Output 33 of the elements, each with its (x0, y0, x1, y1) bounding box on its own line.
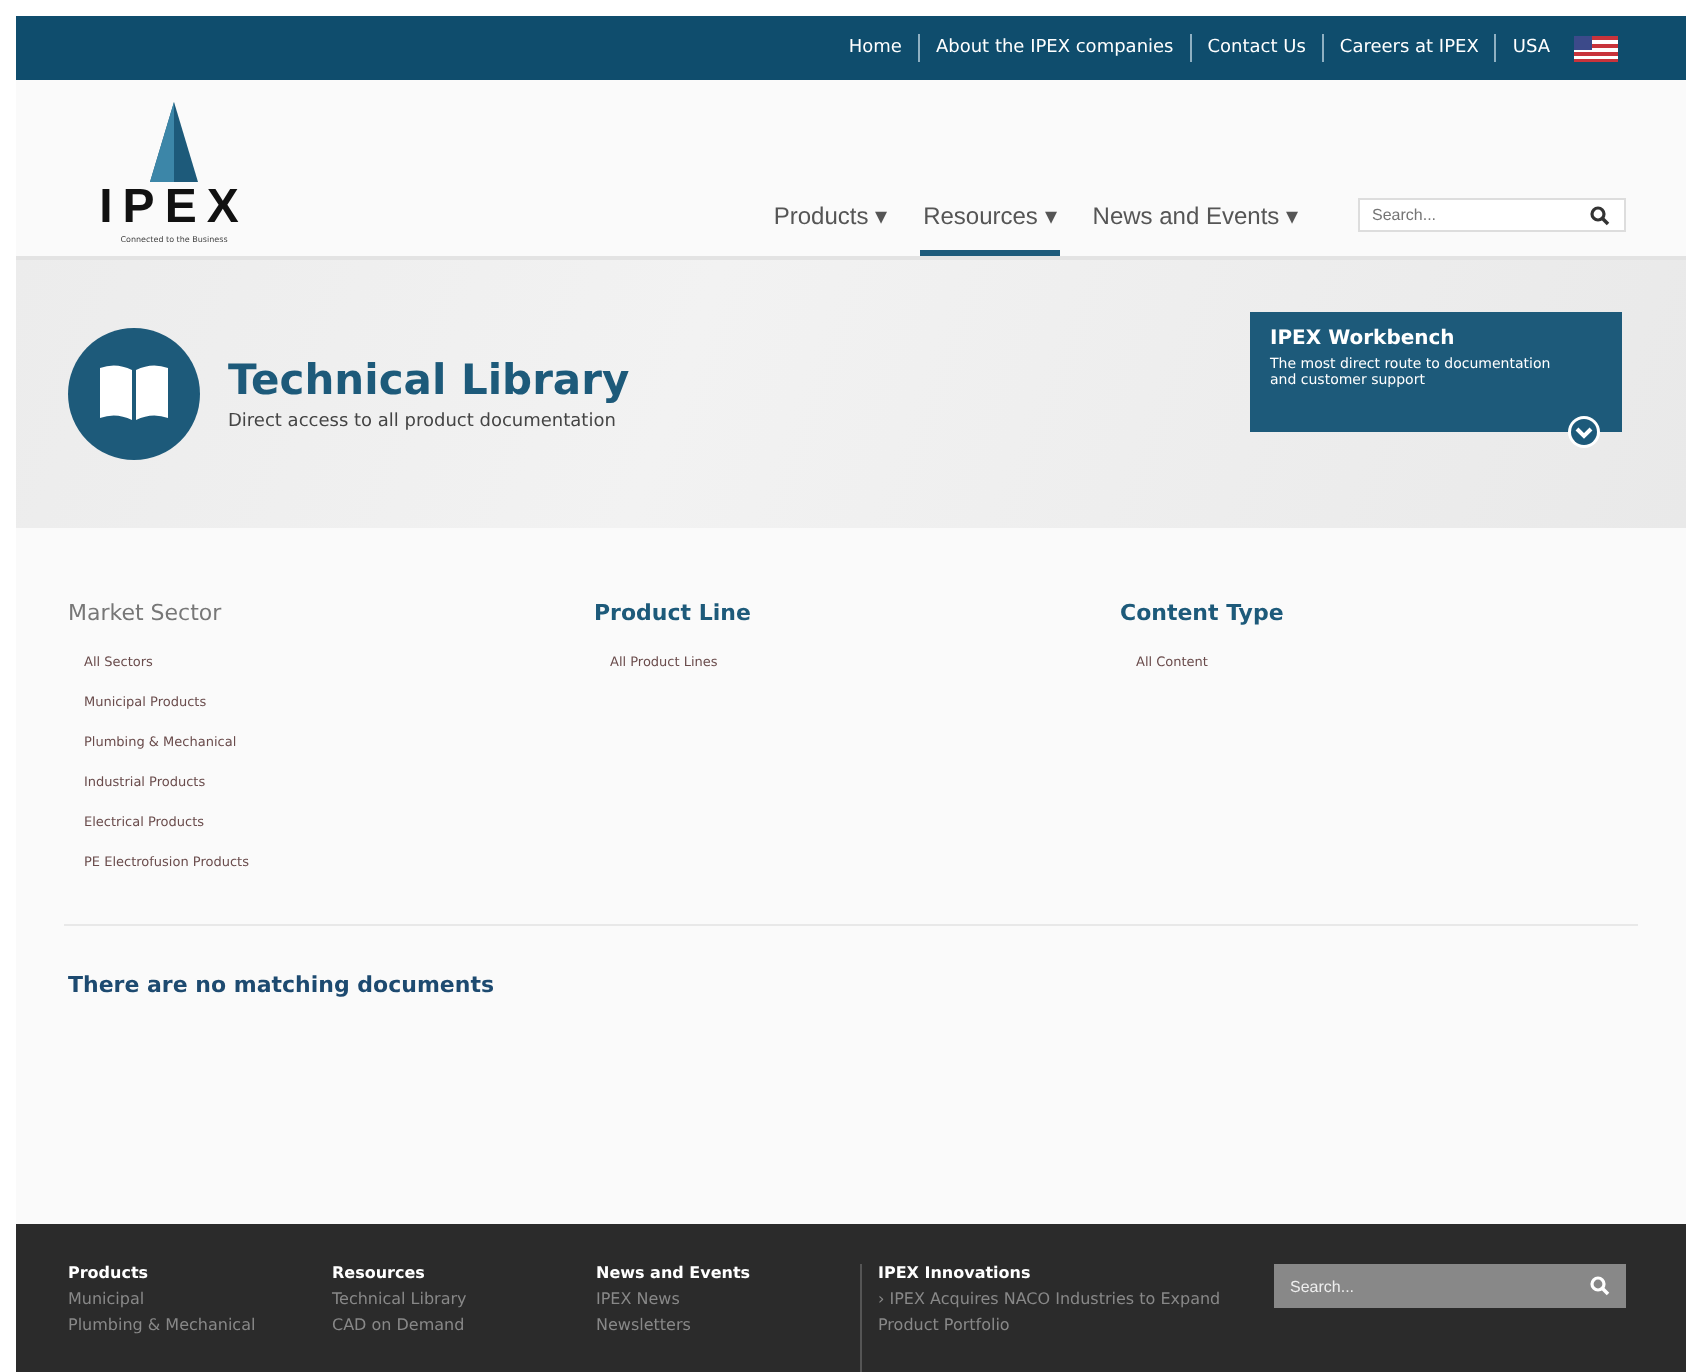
top-link[interactable]: About the IPEX companies (935, 38, 1174, 58)
footer-link[interactable]: › IPEX Acquires NACO Industries to Expand Product Portfolio (878, 1286, 1258, 1338)
footer-heading: Resources (332, 1264, 425, 1282)
filter-heading: Market Sector (68, 600, 222, 626)
footer-link[interactable]: Plumbing & Mechanical (68, 1312, 256, 1338)
no-results-message: There are no matching documents (66, 970, 497, 998)
nav-tab[interactable]: News and Events ▾ (1088, 182, 1302, 256)
nav-tab[interactable]: Products ▾ (769, 182, 892, 256)
footer-heading: Products (68, 1264, 149, 1282)
top-link[interactable]: Contact Us (1207, 38, 1306, 58)
footer-link[interactable]: CAD on Demand (332, 1312, 465, 1338)
search-field[interactable]: Search... (1358, 198, 1626, 232)
chevron-down-icon[interactable] (1566, 414, 1602, 450)
top-link[interactable]: Home (848, 38, 902, 58)
page-title: Technical Library (228, 356, 632, 404)
top-link[interactable]: USA (1512, 38, 1550, 58)
footer-link[interactable]: IPEX News (596, 1286, 680, 1312)
top-link[interactable]: Careers at IPEX (1339, 38, 1479, 58)
logo-text[interactable]: IPEX (99, 182, 249, 234)
footer-link[interactable]: Municipal (68, 1286, 145, 1312)
flag-icon[interactable] (1574, 35, 1618, 61)
filter-heading: Content Type (1120, 600, 1284, 626)
workbench-title: IPEX Workbench (1270, 328, 1457, 350)
footer-search-field[interactable]: Search... (1274, 1264, 1626, 1308)
filter-heading: Product Line (594, 600, 751, 626)
book-icon (68, 328, 200, 460)
footer-link[interactable]: Newsletters (596, 1312, 691, 1338)
search-icon[interactable] (1590, 205, 1610, 225)
footer-link[interactable]: Technical Library (332, 1286, 467, 1312)
logo-icon (150, 102, 198, 182)
page-subtitle: Direct access to all product documentation (228, 412, 618, 432)
footer-heading: News and Events (596, 1264, 751, 1282)
footer-heading: IPEX Innovations (878, 1264, 1031, 1282)
